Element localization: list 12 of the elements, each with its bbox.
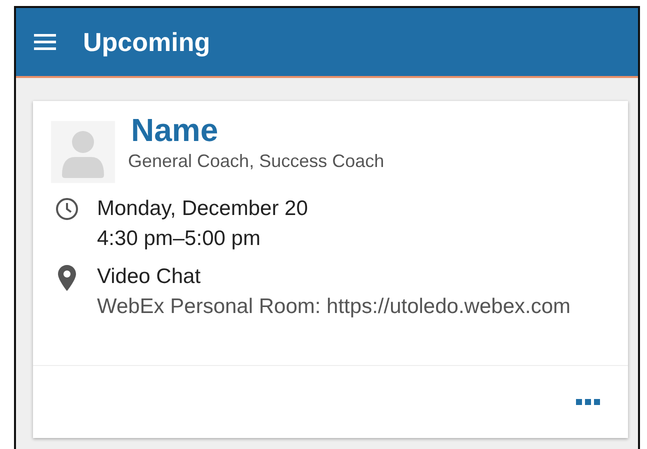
menu-icon[interactable] xyxy=(34,34,56,50)
clock-icon xyxy=(55,197,79,221)
more-icon xyxy=(576,399,600,405)
coach-roles: General Coach, Success Coach xyxy=(128,151,384,172)
coach-name: Name xyxy=(131,113,220,147)
page-title: Upcoming xyxy=(83,26,210,58)
appointment-date: Monday, December 20 xyxy=(97,197,308,221)
location-type: Video Chat xyxy=(97,265,202,289)
location-detail: WebEx Personal Room: https://utoledo.webex.com xyxy=(97,295,571,319)
appointment-time: 4:30 pm–5:00 pm xyxy=(97,227,262,251)
avatar-icon xyxy=(51,121,115,183)
location-pin-icon xyxy=(58,265,76,291)
